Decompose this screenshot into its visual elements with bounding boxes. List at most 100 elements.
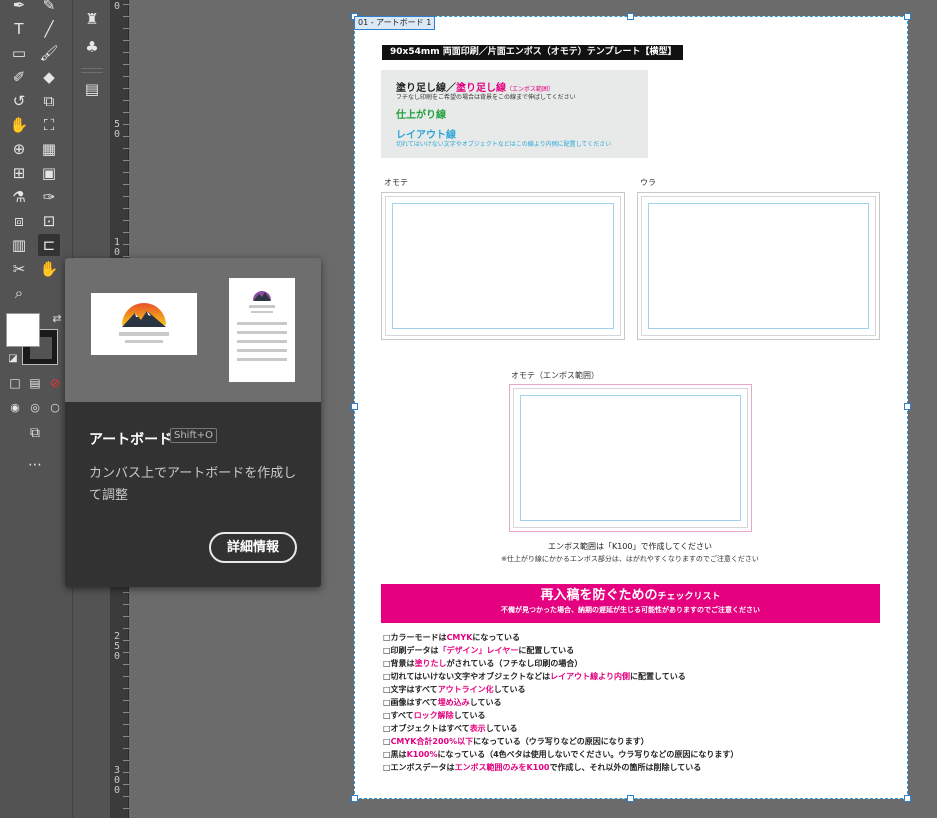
checklist-item-a: □背景は	[383, 659, 415, 668]
ruler-tick	[123, 232, 129, 233]
resize-handle[interactable]	[904, 13, 911, 20]
symbol-sprayer-tool-icon[interactable]: ⊡	[38, 210, 60, 232]
ruler-tick	[123, 664, 129, 665]
slice-tool-icon[interactable]: ✂	[8, 258, 30, 280]
screen-mode-icon[interactable]: ⧉	[24, 422, 46, 444]
checklist-item: □画像はすべて埋め込みしている	[383, 696, 883, 709]
checklist-item-a: □カラーモードは	[383, 633, 447, 642]
artboard-label[interactable]: 01 - アートボード 1	[354, 16, 436, 30]
graph-tool-icon[interactable]: ▥	[8, 234, 30, 256]
checklist-item-a: □切れてはいけない文字やオブジェクトなどは	[383, 672, 551, 681]
scale-tool-icon[interactable]: ⧉	[38, 90, 60, 112]
resize-handle[interactable]	[351, 795, 358, 802]
layout-line	[648, 203, 869, 329]
resize-handle[interactable]	[904, 403, 911, 410]
draw-normal-icon[interactable]: ◉	[4, 397, 26, 419]
resize-handle[interactable]	[351, 403, 358, 410]
paintbrush-tool-icon[interactable]: 🖌	[38, 42, 60, 64]
shape-builder-tool-icon[interactable]: ⊕	[8, 138, 30, 160]
layout-line	[392, 203, 614, 329]
ruler-tick	[123, 136, 129, 137]
ruler-tick	[123, 688, 129, 689]
checklist-item-a: □エンボスデータは	[383, 763, 455, 772]
type-tool-icon[interactable]: T	[8, 18, 30, 40]
checklist-item: □オブジェクトはすべて表示している	[383, 722, 883, 735]
rotate-tool-icon[interactable]: ↺	[8, 90, 30, 112]
front-label: オモテ	[384, 178, 408, 187]
draw-behind-icon[interactable]: ◎	[24, 397, 46, 419]
checklist-item-b: している	[453, 711, 486, 720]
emboss-label: オモテ（エンボス範囲）	[511, 371, 599, 380]
none-mode-icon[interactable]: ⊘	[44, 372, 66, 394]
emboss-card-template[interactable]	[509, 384, 752, 532]
mesh-tool-icon[interactable]: ⊞	[8, 162, 30, 184]
zoom-tool-icon[interactable]: ⌕	[8, 282, 30, 304]
checklist-item-a: □	[383, 737, 391, 746]
front-card-template[interactable]	[381, 192, 625, 340]
shaper-tool-icon[interactable]: ✐	[8, 66, 30, 88]
ruler-tick	[123, 712, 129, 713]
trim-line-legend: 仕上がり線	[396, 110, 446, 121]
resize-handle[interactable]	[627, 13, 634, 20]
line-legend: 塗り足し線／塗り足し線（エンボス範囲） フチなし印刷をご希望の場合は背景をこの線…	[381, 70, 648, 158]
draw-inside-icon[interactable]: ○	[44, 397, 66, 419]
ruler-tick	[123, 772, 129, 773]
checklist-item: □切れてはいけない文字やオブジェクトなどはレイアウト線より内側に配置している	[383, 670, 883, 683]
artboard-tool-tooltip: アートボード Shift+O カンバス上でアートボードを作成して調整 詳細情報	[65, 258, 321, 587]
preview-card-portrait	[229, 278, 295, 382]
fill-swatch[interactable]	[6, 313, 40, 347]
color-mode-icon[interactable]: □	[4, 372, 26, 394]
gradient-tool-icon[interactable]: ▣	[38, 162, 60, 184]
ruler-tick	[123, 172, 129, 173]
ruler-tick	[123, 736, 129, 737]
symbols-icon[interactable]: ♣	[81, 36, 103, 58]
blend-tool-icon[interactable]: ⧈	[8, 210, 30, 232]
warp-tool-icon[interactable]: ✋	[8, 114, 30, 136]
ruler-tick	[123, 676, 129, 677]
gradient-mode-icon[interactable]: ▤	[24, 372, 46, 394]
resize-handle[interactable]	[627, 795, 634, 802]
checklist-item-a: □印刷データは	[383, 646, 439, 655]
checklist-item: □文字はすべてアウトライン化している	[383, 683, 883, 696]
ruler-tick	[123, 796, 129, 797]
resize-handle[interactable]	[904, 795, 911, 802]
ruler-tick	[123, 784, 129, 785]
checklist-item-m: エンボス範囲のみをK100	[454, 763, 550, 772]
artboard-tool-icon[interactable]: ⊏	[38, 234, 60, 256]
ruler-tick	[123, 604, 129, 605]
rectangle-tool-icon[interactable]: ▭	[8, 42, 30, 64]
ruler-tick	[123, 628, 129, 629]
checklist-item-b: している	[469, 698, 502, 707]
ruler-tick	[123, 244, 129, 245]
ruler-tick	[123, 700, 129, 701]
eraser-tool-icon[interactable]: ◆	[38, 66, 60, 88]
checklist-item-m: 表示	[469, 724, 486, 733]
gradient-panel-icon[interactable]: ▤	[81, 78, 103, 100]
ruler-tick	[123, 52, 129, 53]
ruler-tick	[123, 640, 129, 641]
line-tool-icon[interactable]: ╱	[38, 18, 60, 40]
checklist-item: □エンボスデータはエンボス範囲のみをK100で作成し、それ以外の箇所は削除してい…	[383, 761, 883, 774]
ruler-tick	[123, 748, 129, 749]
pen-tool-icon[interactable]: ✒	[8, 0, 30, 16]
checklist-item: □背景は塗りたしがされている（フチなし印刷の場合）	[383, 657, 883, 670]
free-transform-tool-icon[interactable]: ⛶	[38, 114, 60, 136]
ruler-tick	[123, 208, 129, 209]
ruler-tick	[123, 16, 129, 17]
checklist-item: □すべてロック解除している	[383, 709, 883, 722]
eyedropper-alt-tool-icon[interactable]: ✑	[38, 186, 60, 208]
checklist-item-a: □黒は	[383, 750, 407, 759]
puppet-warp-icon[interactable]: ♜	[81, 8, 103, 30]
checklist-item: □黒はK100%になっている（4色ベタは使用しないでください。ウラ写りなどの原因…	[383, 748, 883, 761]
learn-more-button[interactable]: 詳細情報	[209, 532, 297, 563]
tooltip-description: カンバス上でアートボードを作成して調整	[89, 466, 297, 503]
perspective-grid-tool-icon[interactable]: ▦	[38, 138, 60, 160]
checklist-item-m: CMYK合計200%以下	[390, 737, 474, 746]
edit-toolbar-icon[interactable]: ⋯	[24, 454, 46, 476]
ruler-tick	[123, 592, 129, 593]
default-fill-stroke-icon[interactable]: ◪	[2, 348, 24, 370]
hand-tool-icon[interactable]: ✋	[38, 258, 60, 280]
back-card-template[interactable]	[637, 192, 880, 340]
curvature-tool-icon[interactable]: ✎	[38, 0, 60, 16]
eyedropper-tool-icon[interactable]: ⚗	[8, 186, 30, 208]
